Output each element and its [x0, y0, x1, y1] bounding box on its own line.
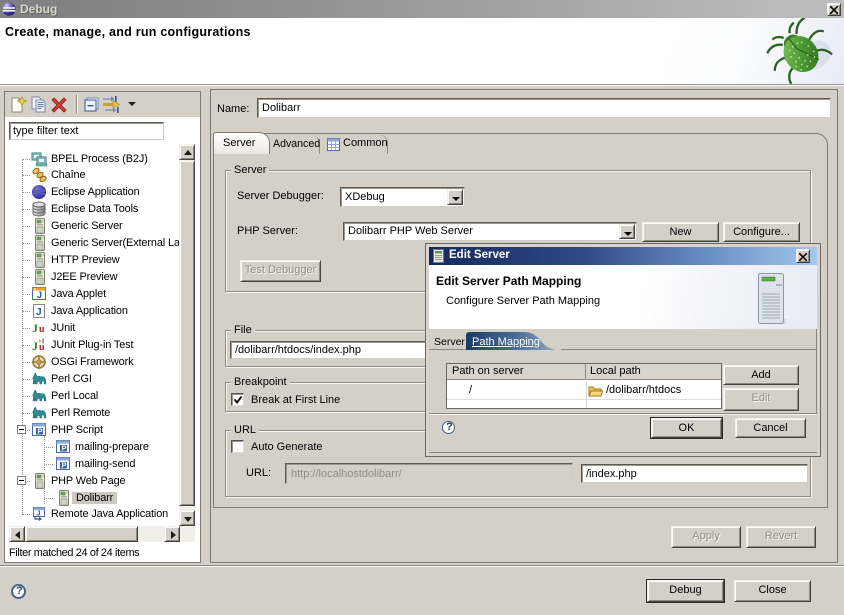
- svg-text:P: P: [62, 460, 67, 469]
- svg-text:J: J: [32, 321, 38, 335]
- svg-text:J: J: [32, 339, 38, 353]
- svg-text:u: u: [39, 324, 45, 335]
- svg-text:J: J: [37, 511, 41, 518]
- svg-text:P: P: [62, 443, 67, 452]
- svg-text:P: P: [38, 426, 43, 435]
- svg-text:J: J: [36, 307, 41, 318]
- svg-text:J: J: [37, 290, 42, 300]
- svg-text:u: u: [39, 342, 45, 353]
